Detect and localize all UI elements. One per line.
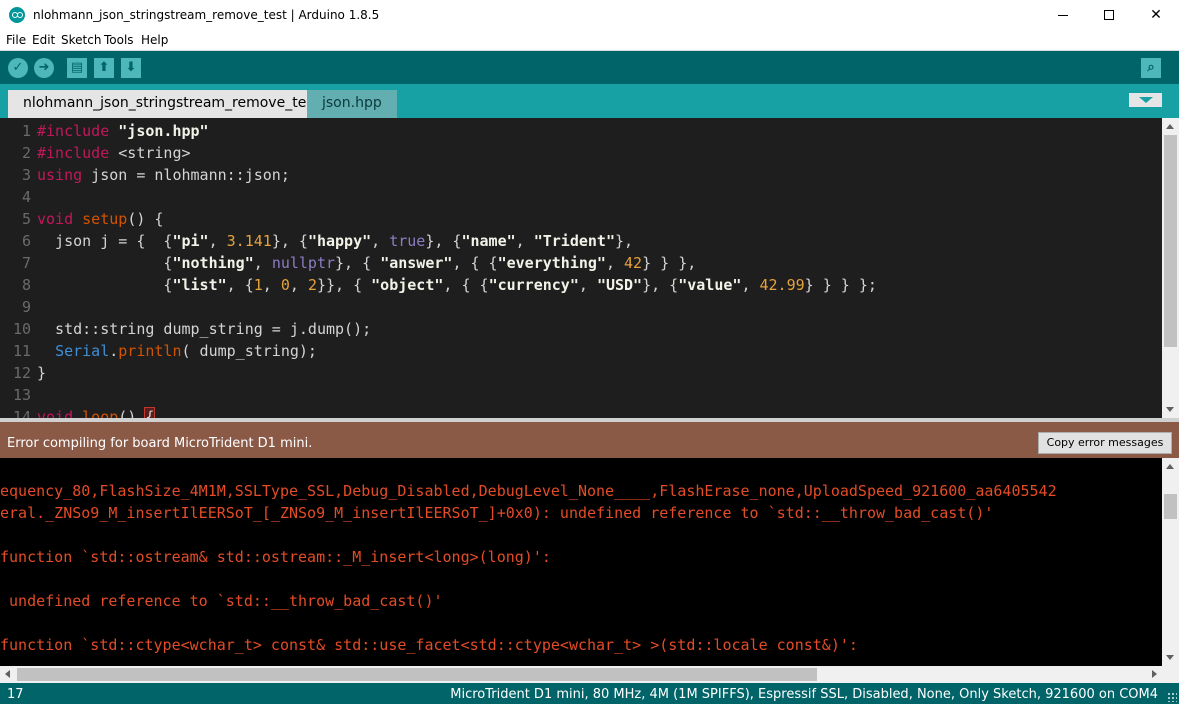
console-hscroll-thumb[interactable]	[17, 668, 817, 681]
scroll-up-icon	[1166, 464, 1174, 469]
toolbar: ✓ ➜ ▤ ⬆ ⬇ ⌕	[0, 51, 1179, 84]
upload-button[interactable]: ➜	[34, 58, 54, 78]
code-line: using json = nlohmann::json;	[37, 166, 290, 184]
code-line: #include <string>	[37, 144, 191, 162]
line-number: 11	[12, 342, 31, 360]
arrow-down-icon: ⬇	[125, 60, 137, 75]
scrollbar-corner	[1162, 666, 1179, 683]
line-number: 2	[21, 144, 31, 162]
menu-bar: File Edit Sketch Tools Help	[0, 31, 1179, 51]
close-button[interactable]: ✕	[1133, 0, 1179, 31]
window-title: nlohmann_json_stringstream_remove_test |…	[33, 8, 380, 22]
new-file-icon: ▤	[70, 60, 84, 75]
minimize-button[interactable]	[1040, 0, 1086, 31]
tab-menu-dropdown-button[interactable]	[1129, 93, 1162, 107]
code-line: void loop() {	[37, 406, 156, 418]
scroll-down-icon	[1166, 655, 1174, 660]
code-line: {"nothing", nullptr}, { "answer", { {"ev…	[37, 254, 697, 272]
line-number: 4	[21, 188, 31, 206]
console-line: function `std::ctype<wchar_t> const& std…	[0, 636, 858, 654]
scroll-right-icon	[1152, 670, 1157, 678]
arrow-right-icon: ➜	[38, 60, 50, 75]
scroll-left-icon	[5, 670, 10, 678]
checkmark-icon: ✓	[12, 60, 24, 75]
current-line-number: 17	[7, 687, 24, 702]
save-button[interactable]: ⬇	[121, 58, 141, 78]
code-line: void setup() {	[37, 210, 164, 228]
open-button[interactable]: ⬆	[94, 58, 114, 78]
error-message: Error compiling for board MicroTrident D…	[7, 436, 313, 451]
console-line: equency_80,FlashSize_4M1M,SSLType_SSL,De…	[0, 482, 1057, 500]
title-bar: nlohmann_json_stringstream_remove_test |…	[0, 0, 1179, 31]
scroll-up-icon	[1166, 124, 1174, 129]
code-line: {"list", {1, 0, 2}}, { "object", { {"cur…	[37, 276, 877, 294]
menu-sketch[interactable]: Sketch	[61, 33, 101, 47]
console-scroll-thumb[interactable]	[1164, 494, 1177, 519]
menu-file[interactable]: File	[6, 33, 26, 47]
verify-button[interactable]: ✓	[8, 58, 28, 78]
code-line: }	[37, 364, 47, 382]
maximize-icon	[1104, 10, 1114, 20]
code-line: Serial.println( dump_string);	[55, 342, 317, 360]
status-footer: 17 MicroTrident D1 mini, 80 MHz, 4M (1M …	[0, 683, 1179, 704]
matched-brace: {	[144, 407, 156, 418]
tab-json-hpp[interactable]: json.hpp	[307, 90, 397, 118]
close-icon: ✕	[1150, 7, 1162, 23]
menu-help[interactable]: Help	[141, 33, 168, 47]
scroll-down-icon	[1166, 407, 1174, 412]
arduino-logo-icon	[9, 7, 25, 23]
code-line: #include "json.hpp"	[37, 122, 209, 140]
console-horizontal-scrollbar[interactable]	[0, 666, 1162, 683]
line-number: 5	[21, 210, 31, 228]
line-number: 7	[21, 254, 31, 272]
line-number: 13	[12, 386, 31, 404]
resize-grip-icon[interactable]	[1167, 692, 1177, 702]
tab-bar: nlohmann_json_stringstream_remove_test j…	[0, 84, 1179, 118]
code-editor[interactable]: 1 2 3 4 5 6 7 8 9 10 11 12 13 14 #includ…	[0, 118, 1179, 418]
line-number: 10	[12, 320, 31, 338]
magnifier-icon: ⌕	[1147, 60, 1155, 75]
console-vertical-scrollbar[interactable]	[1162, 458, 1179, 666]
code-line: json j = { {"pi", 3.141}, {"happy", true…	[37, 232, 634, 250]
serial-monitor-button[interactable]: ⌕	[1141, 58, 1161, 78]
new-button[interactable]: ▤	[67, 58, 87, 78]
console-line: function `std::ostream& std::ostream::_M…	[0, 548, 551, 566]
board-info: MicroTrident D1 mini, 80 MHz, 4M (1M SPI…	[450, 687, 1158, 702]
console-line: eral._ZNSo9_M_insertIlEERSoT_[_ZNSo9_M_i…	[0, 504, 994, 522]
code-line: std::string dump_string = j.dump();	[37, 320, 372, 338]
line-number: 6	[21, 232, 31, 250]
line-number: 3	[21, 166, 31, 184]
error-message-bar: Error compiling for board MicroTrident D…	[0, 418, 1179, 458]
line-number-gutter: 1 2 3 4 5 6 7 8 9 10 11 12 13 14	[0, 118, 34, 418]
maximize-button[interactable]	[1086, 0, 1132, 31]
tab-sketch-main[interactable]: nlohmann_json_stringstream_remove_test	[8, 90, 335, 118]
copy-error-messages-button[interactable]: Copy error messages	[1038, 432, 1172, 454]
arrow-up-icon: ⬆	[98, 60, 110, 75]
console-output[interactable]: equency_80,FlashSize_4M1M,SSLType_SSL,De…	[0, 458, 1179, 666]
minimize-icon	[1058, 14, 1068, 16]
editor-vertical-scrollbar[interactable]	[1162, 118, 1179, 418]
line-number: 9	[21, 298, 31, 316]
line-number: 1	[21, 122, 31, 140]
editor-scroll-thumb[interactable]	[1164, 135, 1177, 347]
line-number: 14	[12, 408, 31, 418]
line-number: 8	[21, 276, 31, 294]
menu-edit[interactable]: Edit	[32, 33, 55, 47]
menu-tools[interactable]: Tools	[104, 33, 134, 47]
console-line: undefined reference to `std::__throw_bad…	[0, 592, 443, 610]
line-number: 12	[12, 364, 31, 382]
